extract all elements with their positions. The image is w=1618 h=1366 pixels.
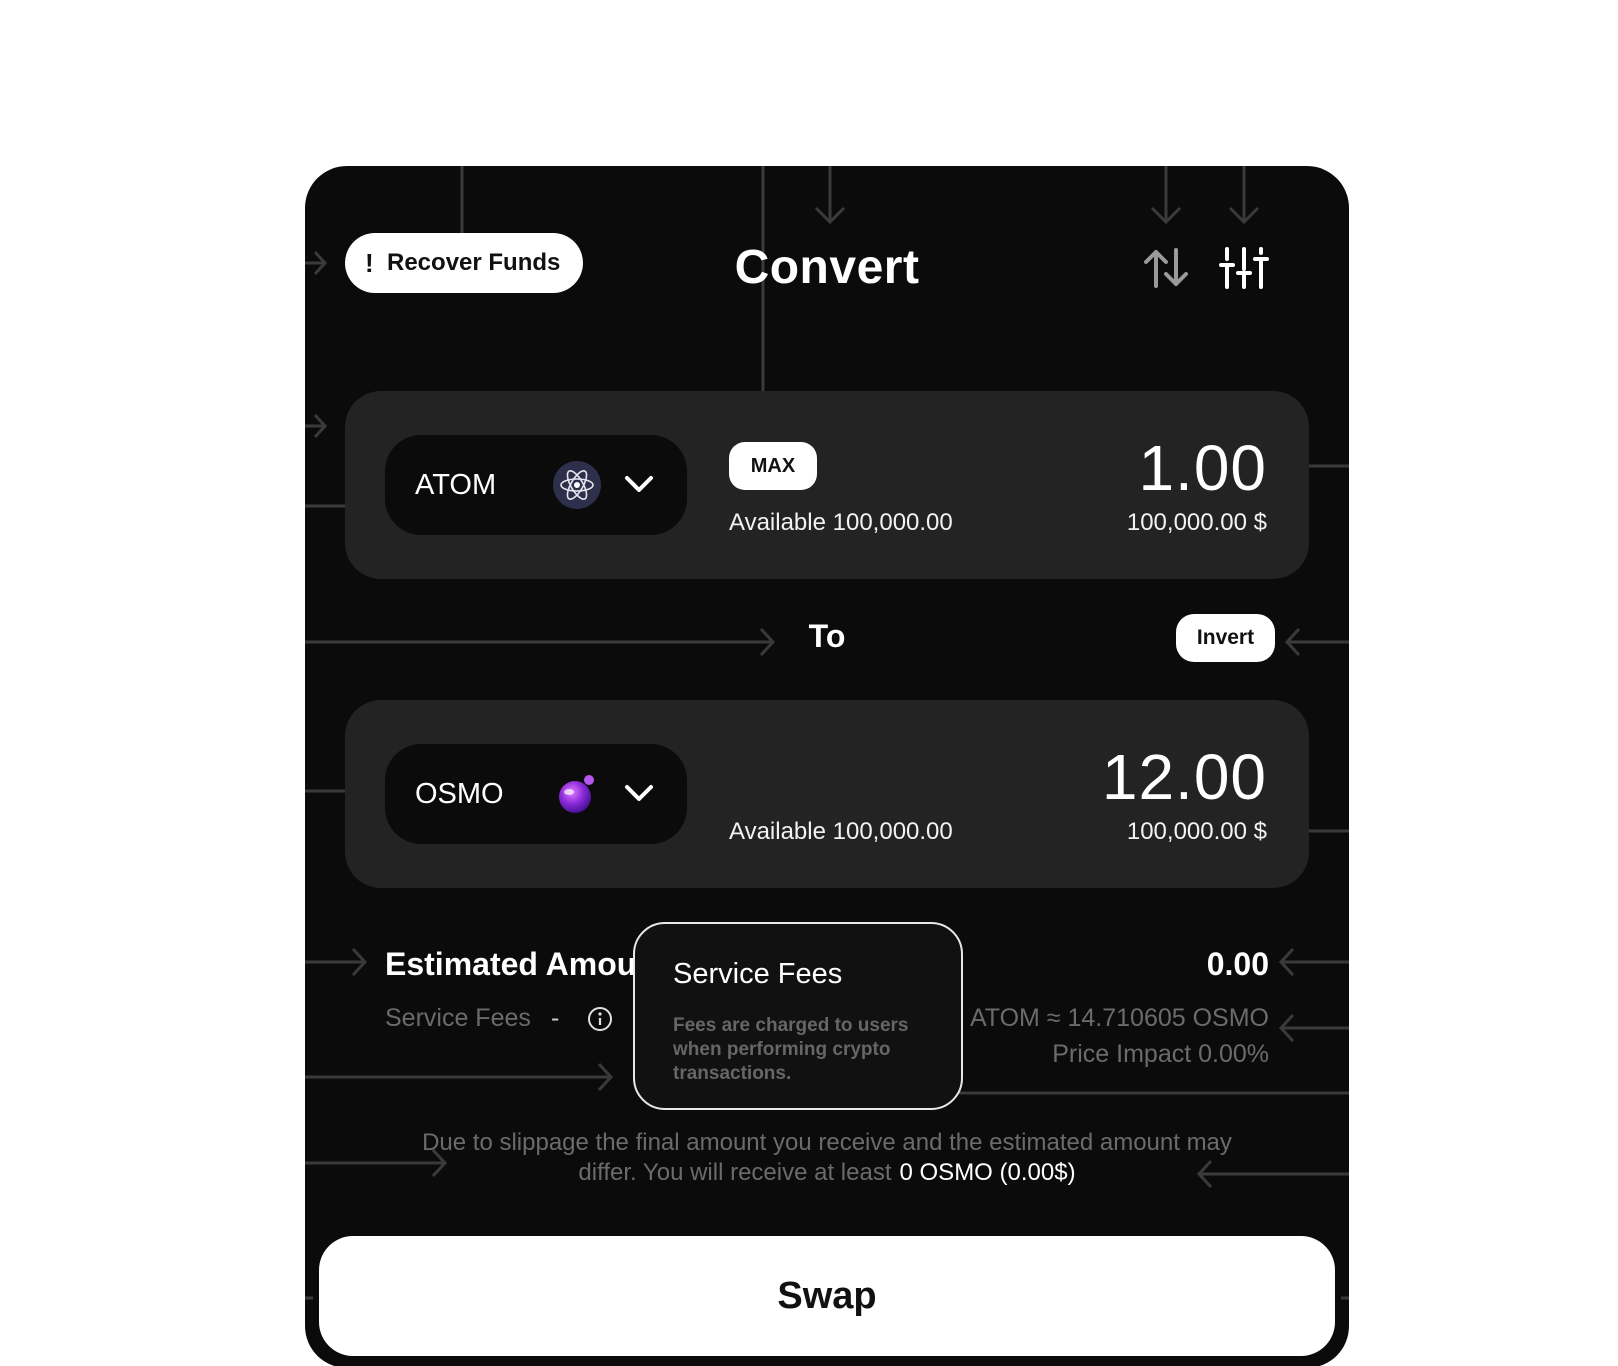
tooltip-title: Service Fees xyxy=(673,958,843,990)
to-amount-value: 12.00 xyxy=(1101,741,1267,813)
price-impact: Price Impact 0.00% xyxy=(1052,1040,1269,1068)
slippage-notice: Due to slippage the final amount you rec… xyxy=(405,1128,1249,1188)
service-fees-label: Service Fees xyxy=(385,1004,531,1032)
from-token-symbol: ATOM xyxy=(415,469,497,501)
chevron-down-icon xyxy=(623,473,655,500)
from-amount-input[interactable]: 1.00 xyxy=(1138,431,1267,505)
minimum-receive: 0 OSMO (0.00$) xyxy=(899,1159,1076,1186)
to-token-card: OSMO Available 100,000.00 12.00 100,000.… xyxy=(345,700,1309,888)
to-available-balance: Available 100,000.00 xyxy=(729,818,953,845)
service-fees-tooltip: Service Fees Fees are charged to users w… xyxy=(633,922,963,1110)
max-button[interactable]: MAX xyxy=(729,442,817,490)
from-available-balance: Available 100,000.00 xyxy=(729,509,953,536)
swap-button[interactable]: Swap xyxy=(319,1236,1335,1356)
invert-button[interactable]: Invert xyxy=(1176,614,1275,662)
from-token-selector[interactable]: ATOM xyxy=(385,435,687,535)
exchange-rate: ATOM ≈ 14.710605 OSMO xyxy=(969,1004,1269,1032)
info-icon[interactable] xyxy=(587,1006,613,1032)
to-usd-value: 100,000.00 $ xyxy=(1126,818,1267,845)
chevron-down-icon xyxy=(623,782,655,809)
convert-panel: ! Recover Funds Convert ATOM MAX Availab… xyxy=(305,166,1349,1366)
arrows-up-down-icon[interactable] xyxy=(1140,242,1192,294)
from-usd-value: 100,000.00 $ xyxy=(1126,509,1267,536)
from-token-card: ATOM MAX Available 100,000.00 1.00 100,0… xyxy=(345,391,1309,579)
service-fees-value: - xyxy=(551,1004,560,1032)
to-token-symbol: OSMO xyxy=(415,778,504,810)
page-title: Convert xyxy=(734,241,920,294)
slippage-text: Due to slippage the final amount you rec… xyxy=(422,1129,1232,1186)
sliders-icon[interactable] xyxy=(1218,242,1270,294)
osmo-icon xyxy=(553,770,601,818)
estimated-amount-value: 0.00 xyxy=(1206,946,1269,982)
estimated-amount-label: Estimated Amount xyxy=(385,946,667,982)
tooltip-text: Fees are charged to users when performin… xyxy=(673,1015,909,1084)
to-token-selector[interactable]: OSMO xyxy=(385,744,687,844)
atom-icon xyxy=(553,461,601,509)
